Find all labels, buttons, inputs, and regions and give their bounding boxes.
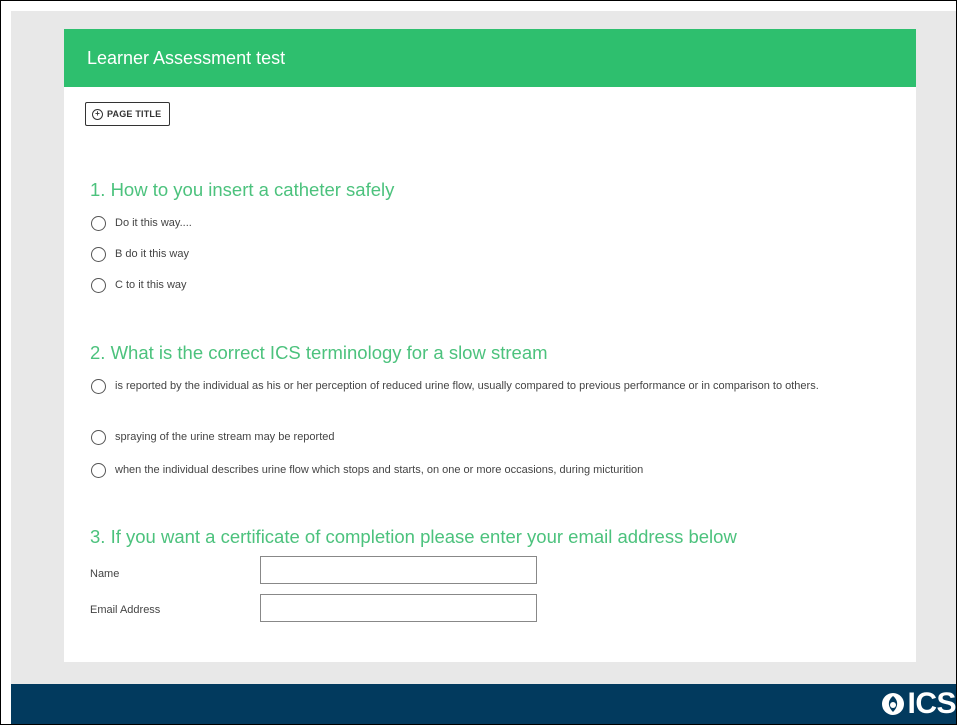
question-2-title: 2. What is the correct ICS terminology f… — [90, 342, 548, 363]
question-1-option-2[interactable]: B do it this way — [91, 245, 885, 264]
survey-title: Learner Assessment test — [87, 47, 286, 68]
slide-frame: Learner Assessment test + PAGE TITLE 1. … — [0, 0, 957, 725]
option-label: when the individual describes urine flow… — [115, 464, 644, 476]
option-label: is reported by the individual as his or … — [115, 380, 819, 392]
radio-button[interactable] — [91, 463, 106, 478]
radio-button[interactable] — [91, 216, 106, 231]
question-1-option-3[interactable]: C to it this way — [91, 276, 885, 295]
question-2-option-2[interactable]: spraying of the urine stream may be repo… — [91, 428, 885, 447]
option-label: B do it this way — [115, 248, 189, 260]
question-3-title: 3. If you want a certificate of completi… — [90, 526, 737, 547]
survey-panel: Learner Assessment test + PAGE TITLE 1. … — [64, 29, 916, 662]
radio-button[interactable] — [91, 379, 106, 394]
option-label: Do it this way.... — [115, 217, 192, 229]
radio-button[interactable] — [91, 430, 106, 445]
radio-button[interactable] — [91, 278, 106, 293]
footer-bar: ICS — [11, 684, 956, 724]
page-title-button-label: PAGE TITLE — [107, 109, 162, 119]
name-input[interactable] — [260, 556, 537, 584]
option-label: spraying of the urine stream may be repo… — [115, 431, 335, 443]
plus-circle-icon: + — [92, 108, 103, 120]
email-input[interactable] — [260, 594, 537, 622]
question-1-title: 1. How to you insert a catheter safely — [90, 179, 395, 200]
option-label: C to it this way — [115, 279, 187, 291]
question-1-option-1[interactable]: Do it this way.... — [91, 214, 885, 233]
page-title-button[interactable]: + PAGE TITLE — [85, 102, 171, 126]
name-field-label: Name — [90, 568, 120, 580]
ics-logo-text: ICS — [907, 687, 956, 720]
radio-button[interactable] — [91, 247, 106, 262]
survey-header: Learner Assessment test — [64, 29, 916, 87]
ics-logo-icon — [882, 693, 905, 715]
ics-logo: ICS — [881, 685, 956, 723]
question-2-option-1[interactable]: is reported by the individual as his or … — [91, 377, 885, 396]
question-2-option-3[interactable]: when the individual describes urine flow… — [91, 461, 885, 480]
email-field-label: Email Address — [90, 604, 161, 616]
